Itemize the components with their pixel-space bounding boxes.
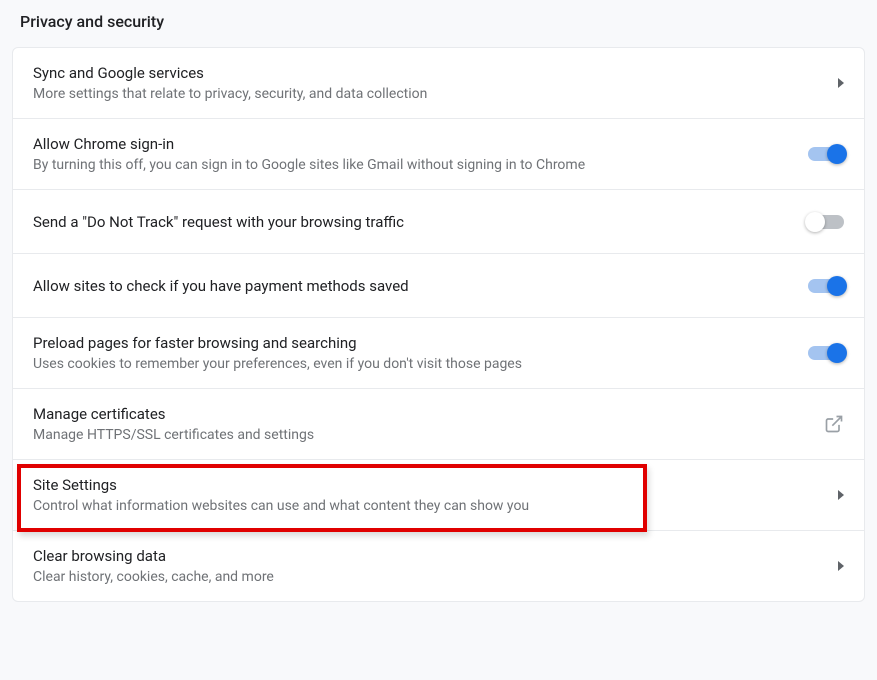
row-subtitle: Uses cookies to remember your preference… <box>33 356 522 372</box>
row-title: Preload pages for faster browsing and se… <box>33 334 522 352</box>
row-subtitle: Control what information websites can us… <box>33 498 529 514</box>
settings-card: Sync and Google services More settings t… <box>12 47 865 602</box>
row-text: Allow sites to check if you have payment… <box>33 277 409 295</box>
row-clear-data[interactable]: Clear browsing data Clear history, cooki… <box>13 531 864 601</box>
toggle-knob <box>805 212 825 232</box>
row-payment[interactable]: Allow sites to check if you have payment… <box>13 254 864 318</box>
row-text: Clear browsing data Clear history, cooki… <box>33 547 274 585</box>
row-title: Allow sites to check if you have payment… <box>33 277 409 295</box>
section-header: Privacy and security <box>12 12 865 47</box>
row-subtitle: Manage HTTPS/SSL certificates and settin… <box>33 427 314 443</box>
toggle-switch[interactable] <box>808 279 844 293</box>
chevron-right-icon <box>838 78 844 88</box>
row-title: Allow Chrome sign-in <box>33 135 585 153</box>
row-subtitle: Clear history, cookies, cache, and more <box>33 569 274 585</box>
row-title: Sync and Google services <box>33 64 427 82</box>
chevron-right-icon <box>838 490 844 500</box>
row-certificates[interactable]: Manage certificates Manage HTTPS/SSL cer… <box>13 389 864 460</box>
row-subtitle: More settings that relate to privacy, se… <box>33 86 427 102</box>
row-control <box>808 215 844 229</box>
row-text: Send a "Do Not Track" request with your … <box>33 213 404 231</box>
row-title: Send a "Do Not Track" request with your … <box>33 213 404 231</box>
external-link-icon <box>824 414 844 434</box>
toggle-knob <box>827 276 847 296</box>
row-control <box>838 561 844 571</box>
row-subtitle: By turning this off, you can sign in to … <box>33 157 585 173</box>
row-sync[interactable]: Sync and Google services More settings t… <box>13 48 864 119</box>
row-text: Manage certificates Manage HTTPS/SSL cer… <box>33 405 314 443</box>
row-control <box>824 414 844 434</box>
toggle-switch[interactable] <box>808 215 844 229</box>
row-control <box>808 279 844 293</box>
chevron-right-icon <box>838 561 844 571</box>
row-preload[interactable]: Preload pages for faster browsing and se… <box>13 318 864 389</box>
toggle-switch[interactable] <box>808 346 844 360</box>
row-dnt[interactable]: Send a "Do Not Track" request with your … <box>13 190 864 254</box>
row-control <box>808 346 844 360</box>
toggle-knob <box>827 144 847 164</box>
row-site-settings[interactable]: Site Settings Control what information w… <box>13 460 864 531</box>
row-title: Site Settings <box>33 476 529 494</box>
row-title: Clear browsing data <box>33 547 274 565</box>
row-signin[interactable]: Allow Chrome sign-in By turning this off… <box>13 119 864 190</box>
row-text: Site Settings Control what information w… <box>33 476 529 514</box>
row-control <box>838 78 844 88</box>
row-text: Allow Chrome sign-in By turning this off… <box>33 135 585 173</box>
toggle-knob <box>827 343 847 363</box>
toggle-switch[interactable] <box>808 147 844 161</box>
row-text: Sync and Google services More settings t… <box>33 64 427 102</box>
row-text: Preload pages for faster browsing and se… <box>33 334 522 372</box>
row-title: Manage certificates <box>33 405 314 423</box>
row-control <box>838 490 844 500</box>
row-control <box>808 147 844 161</box>
